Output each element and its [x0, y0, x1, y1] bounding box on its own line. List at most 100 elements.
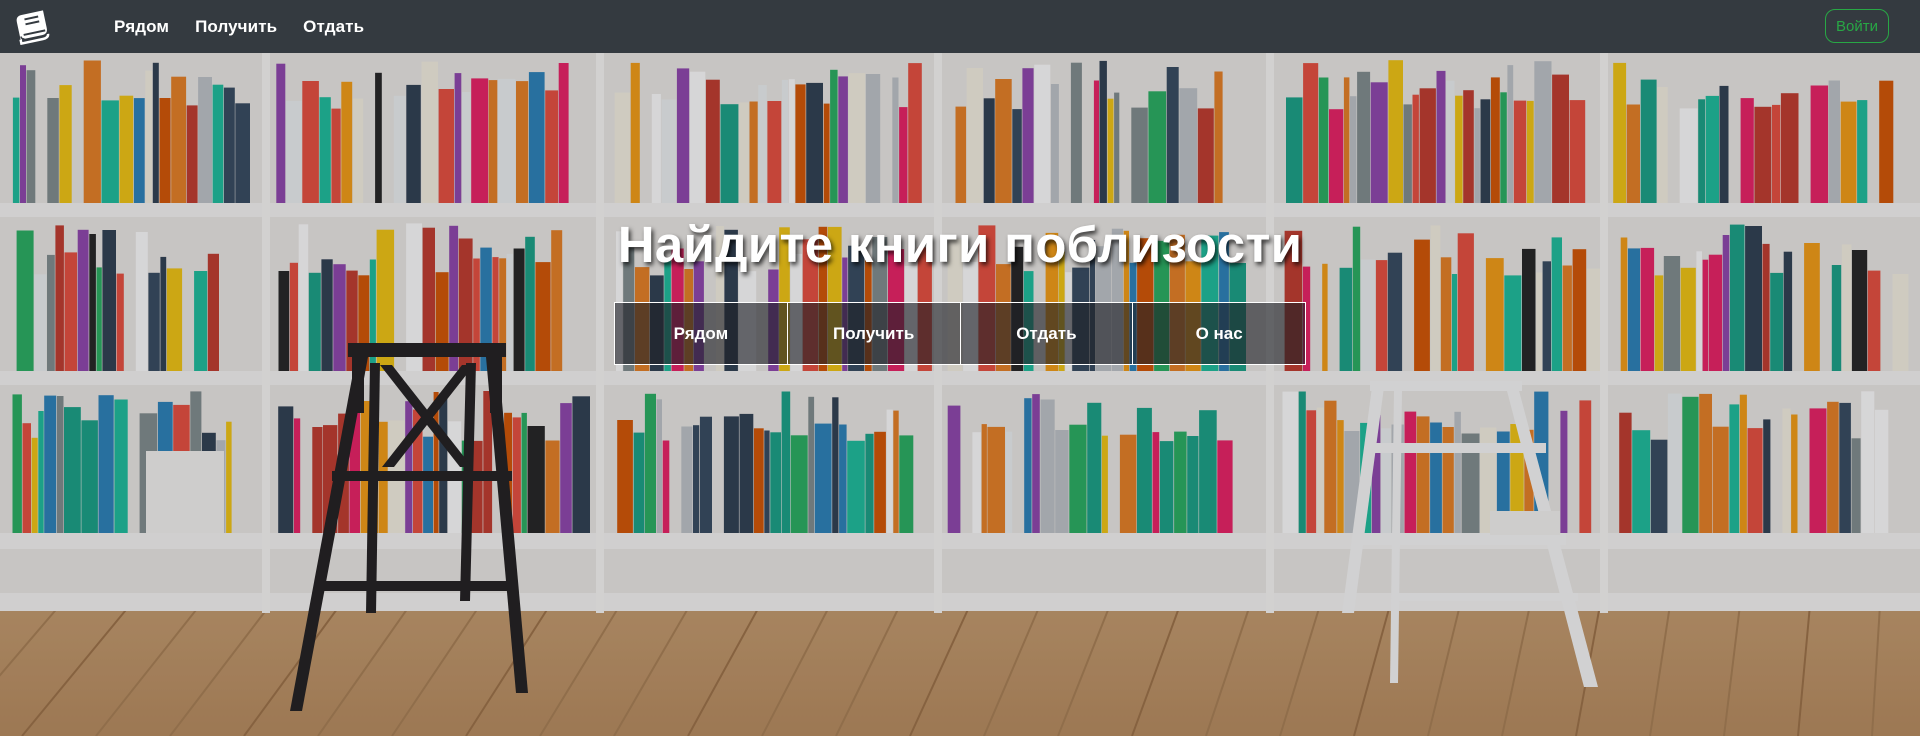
brand-logo[interactable] — [10, 7, 54, 46]
book-spine — [995, 79, 1012, 203]
book-spine — [764, 430, 770, 533]
book-spine — [808, 396, 815, 533]
book-spine — [1403, 104, 1412, 203]
book-spine — [1782, 408, 1791, 533]
book-spine — [1619, 412, 1632, 533]
book-spine — [38, 411, 44, 533]
book-spine — [1388, 60, 1403, 204]
book-spine — [1337, 420, 1344, 533]
nav-link-nearby[interactable]: Рядом — [114, 17, 169, 37]
book-spine — [194, 271, 208, 371]
book-spine — [166, 268, 183, 371]
book-spine — [1375, 260, 1388, 371]
book-spine — [1070, 62, 1082, 204]
book-spine — [1050, 84, 1059, 203]
book-spine — [1754, 106, 1772, 203]
book-spine — [545, 440, 560, 533]
hero-section: Найдите книги поблизости Рядом Получить … — [0, 53, 1920, 736]
book-spine — [806, 82, 823, 203]
book-spine — [1322, 263, 1328, 371]
book-spine — [1739, 394, 1747, 533]
book-spine — [955, 106, 967, 203]
book-spine — [656, 399, 662, 533]
nav-link-get[interactable]: Получить — [195, 17, 277, 37]
book-spine — [1810, 85, 1829, 203]
book-spine — [1306, 410, 1317, 533]
book-spine — [1851, 438, 1861, 533]
book-spine — [1357, 71, 1371, 203]
book-spine — [81, 420, 98, 533]
book-spine — [1640, 79, 1657, 203]
hero-title: Найдите книги поблизости — [617, 216, 1303, 273]
login-button[interactable]: Войти — [1825, 9, 1889, 43]
book-spine — [1166, 67, 1179, 203]
book-spine — [321, 259, 333, 371]
book-spine — [617, 420, 633, 533]
book-spine — [1412, 94, 1419, 203]
book-spine — [1282, 391, 1299, 533]
book-spine — [1159, 441, 1174, 533]
book-spine — [405, 401, 413, 533]
hero-button-get[interactable]: Получить — [788, 303, 961, 364]
book-spine — [838, 76, 848, 203]
book-spine — [133, 98, 145, 203]
hero-button-nearby[interactable]: Рядом — [615, 303, 788, 364]
hero-button-about[interactable]: О нас — [1133, 303, 1305, 364]
book-spine — [1187, 436, 1199, 533]
book-spine — [1012, 109, 1022, 203]
book-spine — [1022, 68, 1034, 203]
book-spine — [527, 426, 545, 533]
book-spine — [558, 63, 569, 203]
book-spine — [899, 107, 908, 203]
top-navbar: Рядом Получить Отдать Войти — [0, 0, 1920, 53]
book-spine — [1440, 257, 1452, 371]
book-spine — [1454, 411, 1461, 533]
book-spine — [1446, 80, 1455, 203]
hero-button-give[interactable]: Отдать — [961, 303, 1134, 364]
book-spine — [1552, 74, 1569, 203]
book-spine — [1657, 87, 1668, 203]
book-spine — [966, 68, 983, 203]
book-spine — [705, 79, 720, 203]
book-spine — [1360, 259, 1376, 371]
book-spine — [1809, 408, 1827, 533]
book-spine — [972, 432, 981, 533]
book-spine — [1119, 434, 1137, 533]
book-spine — [98, 395, 114, 533]
book-spine — [1542, 261, 1551, 371]
book-spine — [1632, 430, 1651, 533]
book-spine — [1099, 60, 1107, 204]
book-spine — [1199, 410, 1217, 533]
book-spine — [886, 409, 893, 533]
book-spine — [1436, 70, 1446, 204]
book-spine — [1298, 391, 1306, 533]
book-spine — [1763, 419, 1771, 533]
book-spine — [947, 405, 961, 533]
nav-links: Рядом Получить Отдать — [114, 0, 390, 53]
book-spine — [116, 273, 124, 371]
book-spine — [644, 393, 656, 533]
book-spine — [1040, 399, 1055, 533]
book-spine — [1463, 90, 1474, 203]
book-spine — [159, 98, 171, 203]
book-spine — [814, 423, 832, 533]
book-spine — [1667, 393, 1682, 533]
book-spine — [633, 432, 645, 533]
book-spine — [1879, 80, 1894, 203]
book-spine — [1350, 96, 1357, 203]
book-spine — [1131, 107, 1148, 203]
book-spine — [145, 70, 153, 203]
book-spine — [83, 60, 101, 203]
book-spine — [312, 427, 323, 533]
book-spine — [1780, 93, 1799, 203]
book-spine — [1579, 400, 1592, 533]
book-spine — [101, 100, 119, 203]
book-spine — [1339, 267, 1353, 371]
book-spine — [1318, 77, 1329, 203]
book-spine — [1214, 71, 1223, 203]
book-spine — [1419, 88, 1436, 203]
nav-link-give[interactable]: Отдать — [303, 17, 364, 37]
book-spine — [1892, 274, 1909, 371]
book-spine — [56, 396, 64, 533]
book-spine — [1474, 108, 1480, 203]
